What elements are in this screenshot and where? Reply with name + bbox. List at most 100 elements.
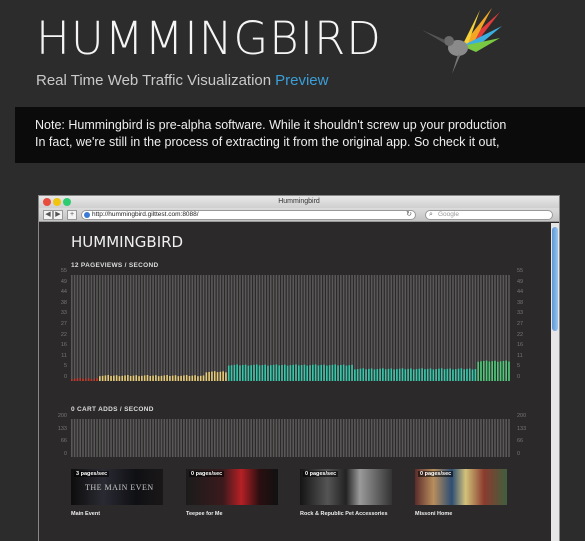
background-bar (236, 419, 238, 457)
tick-label: 22 (517, 331, 524, 338)
back-arrow-icon[interactable]: ◀ (43, 210, 53, 220)
background-bar (379, 275, 381, 381)
background-bar (382, 419, 384, 457)
scrollbar[interactable] (551, 223, 559, 541)
minimize-icon[interactable] (53, 198, 61, 206)
search-input[interactable]: ⌕ Google (425, 210, 553, 220)
pageviews-bar (267, 365, 269, 381)
background-bar (258, 419, 261, 457)
background-bar (415, 275, 418, 381)
background-bar (317, 419, 320, 457)
pageviews-bar (152, 375, 154, 381)
pageviews-bar (185, 375, 188, 381)
background-bar (96, 275, 98, 381)
tick-label: 0 (517, 374, 521, 380)
pageviews-bar (337, 365, 339, 381)
pageviews-bar (488, 361, 491, 381)
background-bar (208, 419, 210, 457)
background-bar (211, 275, 213, 381)
product-name[interactable]: Teepee for Me (186, 511, 278, 518)
background-bar (443, 419, 446, 457)
background-bar (502, 419, 505, 457)
product-thumbnail[interactable]: 0 pages/sec (415, 469, 507, 505)
tick-label: 16 (517, 342, 524, 349)
product-thumbnail[interactable]: 0 pages/sec (300, 469, 392, 505)
pageviews-bar (194, 375, 196, 381)
forward-arrow-icon[interactable]: ▶ (53, 210, 63, 220)
pageviews-bar (286, 365, 289, 381)
pageviews-bar (340, 365, 342, 381)
background-bar (342, 419, 345, 457)
background-bar (396, 419, 398, 457)
zoom-icon[interactable] (63, 198, 71, 206)
pageviews-bar (127, 375, 129, 381)
pageviews-bar (326, 365, 328, 381)
reload-icon[interactable]: ↻ (406, 211, 412, 219)
product-name[interactable]: Rock & Republic Pet Accessories (300, 511, 392, 518)
product-name[interactable]: Main Event (71, 511, 163, 518)
background-bar (337, 275, 339, 381)
background-bar (354, 275, 356, 381)
url-bar[interactable]: http://hummingbird.gilttest.com:8088/ ↻ (81, 210, 416, 220)
background-bar (152, 275, 154, 381)
tick-label: 0 (63, 374, 67, 380)
background-bar (494, 419, 496, 457)
pageviews-bar (110, 375, 112, 381)
background-bar (90, 275, 93, 381)
pageviews-bar (477, 361, 479, 381)
background-bar (412, 275, 415, 381)
background-bar (73, 419, 76, 457)
product-card[interactable]: 3 pages/sec THE MAIN EVEN Main Event (71, 469, 163, 518)
background-bar (219, 419, 222, 457)
background-bar (390, 419, 393, 457)
pageviews-bar (356, 369, 359, 381)
background-bar (135, 419, 138, 457)
pageviews-bar (452, 369, 454, 381)
tick-label: 55 (60, 268, 67, 274)
background-bar (163, 419, 166, 457)
cart-adds-y-axis-right: 200 133 66 0 (517, 413, 539, 458)
tick-label: 0 (63, 451, 67, 457)
background-bar (166, 419, 168, 457)
background-bar (247, 419, 250, 457)
pageviews-bar (171, 375, 174, 381)
background-bar (121, 419, 124, 457)
tick-label: 200 (517, 413, 527, 419)
pageviews-bar (169, 375, 171, 381)
background-bar (421, 275, 423, 381)
background-bar (337, 419, 339, 457)
plus-icon[interactable]: + (67, 210, 77, 220)
background-bar (141, 275, 143, 381)
product-card[interactable]: 0 pages/sec Teepee for Me (186, 469, 278, 518)
background-bar (471, 419, 474, 457)
background-bar (110, 419, 112, 457)
background-bar (211, 419, 213, 457)
pageviews-bar (491, 361, 493, 381)
background-bar (348, 275, 351, 381)
scrollbar-thumb[interactable] (552, 227, 558, 331)
product-card[interactable]: 0 pages/sec Missoni Home (415, 469, 507, 518)
pageviews-bar (331, 364, 334, 381)
product-name[interactable]: Missoni Home (415, 511, 507, 518)
background-bar (426, 419, 429, 457)
pageviews-bar (382, 368, 384, 381)
tick-label: 11 (517, 352, 523, 359)
background-bar (99, 419, 101, 457)
background-bar (331, 419, 334, 457)
pageviews-bar (233, 364, 236, 381)
pageviews-bar (508, 361, 510, 381)
background-bar (278, 275, 280, 381)
pageviews-bar (283, 364, 286, 381)
background-bar (407, 419, 409, 457)
product-card[interactable]: 0 pages/sec Rock & Republic Pet Accessor… (300, 469, 392, 518)
background-bar (384, 275, 387, 381)
background-bar (71, 419, 73, 457)
background-bar (87, 419, 90, 457)
background-bar (194, 275, 196, 381)
preview-link[interactable]: Preview (275, 72, 328, 89)
close-icon[interactable] (43, 198, 51, 206)
pageviews-bar (149, 375, 152, 381)
product-thumbnail[interactable]: 3 pages/sec THE MAIN EVEN (71, 469, 163, 505)
product-thumbnail[interactable]: 0 pages/sec (186, 469, 278, 505)
pageviews-bar (275, 364, 278, 381)
